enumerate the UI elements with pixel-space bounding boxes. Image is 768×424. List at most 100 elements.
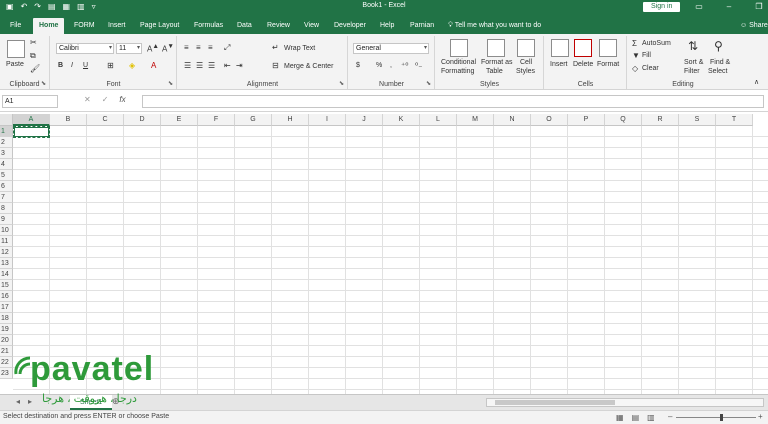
font-launcher-icon[interactable]: ⬊: [168, 80, 173, 87]
copy-icon[interactable]: ⧉: [30, 51, 36, 61]
align-bottom-icon[interactable]: ≡: [208, 43, 213, 52]
format-cells-button[interactable]: Format: [597, 61, 619, 68]
wrap-text-icon[interactable]: ↵: [272, 43, 279, 52]
format-cells-icon[interactable]: [599, 39, 617, 57]
row-header-16[interactable]: 16: [0, 291, 13, 302]
tab-parnian[interactable]: Parnian: [404, 18, 440, 34]
column-header-a[interactable]: A: [13, 114, 50, 126]
tab-developer[interactable]: Developer: [328, 18, 372, 34]
collapse-ribbon-icon[interactable]: ∧: [754, 78, 759, 86]
align-left-icon[interactable]: ☰: [184, 61, 191, 70]
sheet-tab[interactable]: Sheet1: [70, 395, 113, 410]
tab-view[interactable]: View: [298, 18, 325, 34]
minimize-icon[interactable]: –: [714, 0, 744, 14]
tab-review[interactable]: Review: [261, 18, 296, 34]
column-header-e[interactable]: E: [161, 114, 198, 126]
zoom-slider[interactable]: [676, 414, 756, 421]
row-header-22[interactable]: 22: [0, 357, 13, 368]
conditional-formatting-line1[interactable]: Conditional: [441, 59, 476, 66]
row-header-18[interactable]: 18: [0, 313, 13, 324]
paste-button[interactable]: Paste: [6, 61, 24, 68]
column-header-g[interactable]: G: [235, 114, 272, 126]
tab-insert[interactable]: Insert: [102, 18, 132, 34]
increase-font-icon[interactable]: A▲: [147, 43, 159, 54]
increase-decimal-icon[interactable]: ⁺⁰: [401, 61, 408, 70]
select-all-button[interactable]: [0, 114, 13, 126]
tab-page-layout[interactable]: Page Layout: [134, 18, 185, 34]
cell-grid[interactable]: [13, 126, 768, 394]
format-as-table-icon[interactable]: [487, 39, 505, 57]
row-header-14[interactable]: 14: [0, 269, 13, 280]
clear-button[interactable]: Clear: [642, 65, 659, 72]
row-header-3[interactable]: 3: [0, 148, 13, 159]
align-top-icon[interactable]: ≡: [184, 43, 189, 52]
insert-function-icon[interactable]: fx: [119, 95, 125, 104]
row-header-6[interactable]: 6: [0, 181, 13, 192]
enter-icon[interactable]: ✓: [102, 95, 109, 104]
format-as-table-line2[interactable]: Table: [486, 68, 503, 75]
add-sheet-icon[interactable]: ⊕: [112, 396, 120, 407]
decrease-decimal-icon[interactable]: ⁰₋: [415, 61, 422, 70]
row-header-8[interactable]: 8: [0, 203, 13, 214]
wrap-text-button[interactable]: Wrap Text: [284, 45, 315, 52]
merge-center-button[interactable]: Merge & Center: [284, 63, 333, 70]
find-select-line2[interactable]: Select: [708, 68, 727, 75]
tab-form[interactable]: FORM: [68, 18, 101, 34]
clipboard-launcher-icon[interactable]: ⬊: [41, 80, 46, 87]
underline-button[interactable]: U: [83, 62, 88, 69]
column-header-l[interactable]: L: [420, 114, 457, 126]
delete-cells-icon[interactable]: [574, 39, 592, 57]
number-launcher-icon[interactable]: ⬊: [426, 80, 431, 87]
zoom-thumb[interactable]: [720, 414, 723, 421]
sort-filter-line2[interactable]: Filter: [684, 68, 700, 75]
borders-icon[interactable]: ⊞: [107, 61, 114, 70]
row-header-4[interactable]: 4: [0, 159, 13, 170]
conditional-formatting-icon[interactable]: [450, 39, 468, 57]
normal-view-icon[interactable]: ▦: [616, 413, 624, 422]
row-header-9[interactable]: 9: [0, 214, 13, 225]
cell-styles-line1[interactable]: Cell: [520, 59, 532, 66]
column-header-t[interactable]: T: [716, 114, 753, 126]
column-header-c[interactable]: C: [87, 114, 124, 126]
column-header-o[interactable]: O: [531, 114, 568, 126]
row-header-1[interactable]: 1: [0, 126, 13, 137]
cell-styles-icon[interactable]: [517, 39, 535, 57]
fill-button[interactable]: Fill: [642, 52, 651, 59]
italic-button[interactable]: I: [71, 62, 73, 69]
row-header-21[interactable]: 21: [0, 346, 13, 357]
autosum-icon[interactable]: Σ: [632, 39, 637, 48]
column-header-p[interactable]: P: [568, 114, 605, 126]
sort-filter-icon[interactable]: ⇅: [688, 39, 698, 53]
zoom-in-icon[interactable]: +: [758, 412, 763, 421]
row-header-23[interactable]: 23: [0, 368, 13, 379]
formula-input[interactable]: [142, 95, 764, 108]
fill-color-icon[interactable]: ◈: [129, 61, 135, 70]
column-header-k[interactable]: K: [383, 114, 420, 126]
column-header-b[interactable]: B: [50, 114, 87, 126]
format-as-table-line1[interactable]: Format as: [481, 59, 513, 66]
row-header-19[interactable]: 19: [0, 324, 13, 335]
row-header-13[interactable]: 13: [0, 258, 13, 269]
decrease-font-icon[interactable]: A▼: [162, 43, 174, 54]
column-header-f[interactable]: F: [198, 114, 235, 126]
page-break-view-icon[interactable]: ▥: [647, 413, 655, 422]
row-header-12[interactable]: 12: [0, 247, 13, 258]
prev-sheet-icon[interactable]: ◂: [16, 397, 20, 406]
currency-button[interactable]: $: [356, 62, 360, 69]
align-right-icon[interactable]: ☰: [208, 61, 215, 70]
clear-icon[interactable]: ◇: [632, 64, 638, 73]
tab-data[interactable]: Data: [231, 18, 258, 34]
row-header-2[interactable]: 2: [0, 137, 13, 148]
column-header-s[interactable]: S: [679, 114, 716, 126]
font-size-select[interactable]: 11: [116, 43, 142, 54]
conditional-formatting-line2[interactable]: Formatting: [441, 68, 474, 75]
percent-button[interactable]: %: [376, 62, 382, 69]
column-header-d[interactable]: D: [124, 114, 161, 126]
column-header-j[interactable]: J: [346, 114, 383, 126]
tab-file[interactable]: File: [4, 18, 27, 34]
name-box[interactable]: A1: [2, 95, 58, 108]
insert-cells-icon[interactable]: [551, 39, 569, 57]
column-header-r[interactable]: R: [642, 114, 679, 126]
row-header-20[interactable]: 20: [0, 335, 13, 346]
row-header-15[interactable]: 15: [0, 280, 13, 291]
